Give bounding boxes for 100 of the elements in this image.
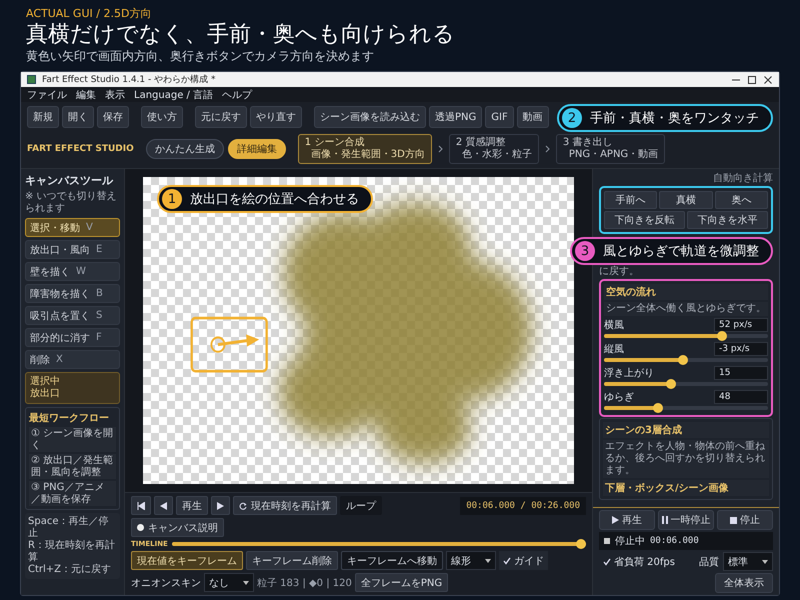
slider-track[interactable] <box>604 358 768 362</box>
toolbar-button[interactable]: シーン画像を読み込む <box>314 106 426 128</box>
slider-label: 横風 <box>604 318 624 332</box>
toolbar-button[interactable]: 元に戻す <box>195 106 247 128</box>
tool-button[interactable]: 部分的に消す F <box>25 328 120 348</box>
slider-thumb[interactable] <box>666 379 676 390</box>
step-back-button[interactable] <box>154 496 173 515</box>
section-description: エフェクトを人物・物体の前へ重ねるか、後ろへ回すかを切り替えられます。 <box>603 440 769 478</box>
check-icon <box>503 556 511 564</box>
workflow-title: 最短ワークフロー <box>29 412 110 426</box>
playback-button[interactable]: 停止 <box>717 510 773 530</box>
toolbar-button[interactable]: 保存 <box>97 106 129 128</box>
menu-item[interactable]: ファイル <box>27 88 67 102</box>
timeline-thumb[interactable] <box>576 539 586 549</box>
caret-icon <box>485 558 491 562</box>
slider-label: 浮き上がり <box>604 366 654 380</box>
time-display: 00:06.000 / 00:26.000 <box>460 496 586 514</box>
delete-keyframe-button[interactable]: キーフレーム削除 <box>246 551 338 570</box>
window-title: Fart Effect Studio 1.4.1 - やわらか構成 * <box>42 74 216 86</box>
loop-toggle[interactable]: ループ <box>340 496 382 515</box>
panel-title: キャンバスツール <box>25 173 114 188</box>
step-tab[interactable]: 1 シーン合成 画像・発生範囲・3D方向 <box>298 134 432 164</box>
slider-thumb[interactable] <box>717 331 728 342</box>
slider-track[interactable] <box>604 382 768 386</box>
tool-button[interactable]: 吸引点を置く S <box>25 306 120 326</box>
playback-button[interactable]: 一時停止 <box>658 510 714 530</box>
toolbar-button[interactable]: 使い方 <box>141 106 183 128</box>
callout-number: 2 <box>562 108 582 128</box>
menu-item[interactable]: ヘルプ <box>222 88 252 102</box>
playback-button[interactable]: 再生 <box>599 510 655 530</box>
eco-checkbox[interactable]: 省負荷 20fps <box>599 552 679 571</box>
callout-number: 1 <box>162 189 182 210</box>
pause-icon <box>662 516 668 524</box>
stop-icon <box>604 538 610 544</box>
toolbar-button[interactable]: やり直す <box>250 106 302 128</box>
toolbar-button[interactable]: 開く <box>62 106 94 128</box>
slide-kicker: ACTUAL GUI / 2.5D方向 <box>26 6 152 21</box>
step-tab[interactable]: 2 質感調整 色・水彩・粒子 <box>448 134 539 164</box>
slider-track[interactable] <box>604 334 768 338</box>
workflow-step: ① シーン画像を開く <box>29 427 116 452</box>
close-icon[interactable] <box>763 74 773 85</box>
skip-back-button[interactable] <box>131 496 151 515</box>
tool-button[interactable]: 削除 X <box>25 350 120 370</box>
value-field[interactable]: 48 <box>714 390 768 404</box>
callout-text: 放出口を絵の位置へ合わせる <box>190 191 359 208</box>
onion-skin-select[interactable]: なし <box>204 573 254 592</box>
play-button[interactable]: 再生 <box>176 496 208 515</box>
callout-number: 3 <box>575 241 595 262</box>
value-field[interactable]: 52 px/s <box>714 318 768 332</box>
toolbar-button[interactable]: 透過PNG <box>429 106 482 128</box>
callout-text: 風とゆらぎで軌道を微調整 <box>603 243 759 260</box>
timeline-track[interactable] <box>172 542 586 546</box>
toolbar-button[interactable]: 動画 <box>516 106 549 128</box>
tool-button[interactable]: 障害物を描く B <box>25 284 120 304</box>
toolbar-button[interactable]: GIF <box>485 106 514 128</box>
menu-item[interactable]: Language / 言語 <box>134 88 214 102</box>
onion-skin-label: オニオンスキン <box>131 576 201 590</box>
canvas-note-button[interactable]: キャンバス説明 <box>131 518 224 537</box>
fit-view-button[interactable]: 全体表示 <box>715 573 773 593</box>
guide-checkbox[interactable]: ガイド <box>499 551 548 570</box>
slider-thumb[interactable] <box>678 355 688 366</box>
slide-title: 真横だけでなく、手前・奥へも向けられる <box>26 22 456 48</box>
section-title: 空気の流れ <box>604 284 768 300</box>
mode-tab[interactable]: かんたん生成 <box>146 139 224 160</box>
add-keyframe-button[interactable]: 現在値をキーフレーム <box>131 551 243 570</box>
easing-select[interactable]: 線形 <box>446 551 496 570</box>
step-tab[interactable]: 3 書き出し PNG・APNG・動画 <box>556 134 666 164</box>
tool-button[interactable]: 壁を描く W <box>25 262 120 282</box>
refresh-icon <box>239 502 247 510</box>
tool-button[interactable]: 放出口・風向 E <box>25 240 120 260</box>
workflow-step: ③ PNG／アニメ／動画を保存 <box>29 481 116 506</box>
section-description: シーン全体へ働く風とゆらぎです。 <box>604 302 768 316</box>
menu-item[interactable]: 表示 <box>105 88 125 102</box>
goto-keyframe-button[interactable]: キーフレームへ移動 <box>341 551 443 570</box>
chevron-icon <box>544 145 550 154</box>
flip-button[interactable]: 下向きを水平 <box>687 211 768 230</box>
tool-button[interactable]: 選択・移動 V <box>25 218 120 238</box>
quality-label: 品質 <box>699 556 719 568</box>
toolbar-button[interactable]: 新規 <box>27 106 59 128</box>
export-frames-button[interactable]: 全フレームをPNG <box>354 573 448 592</box>
panel-note: ※ いつでも切り替えられます <box>25 191 118 216</box>
slider-thumb[interactable] <box>653 403 664 414</box>
value-field[interactable]: -3 px/s <box>714 342 768 356</box>
slide-subtitle: 黄色い矢印で画面内方向、奥行きボタンでカメラ方向を決めます <box>26 48 375 66</box>
value-field[interactable]: 15 <box>714 366 768 380</box>
section-title: シーンの3層合成 <box>603 422 769 438</box>
direction-button[interactable]: 真横 <box>659 191 713 210</box>
direction-button[interactable]: 手前へ <box>604 191 658 210</box>
maximize-icon[interactable] <box>747 74 757 85</box>
quality-select[interactable]: 標準 <box>723 552 773 571</box>
check-icon <box>603 558 611 566</box>
step-forward-button[interactable] <box>211 496 230 515</box>
dot-icon <box>137 524 144 531</box>
caret-icon <box>762 560 768 564</box>
recalculate-button[interactable]: 現在時刻を再計算 <box>233 496 337 515</box>
direction-button[interactable]: 奥へ <box>714 191 768 210</box>
mode-tab[interactable]: 詳細編集 <box>228 139 286 160</box>
slider-track[interactable] <box>604 406 768 410</box>
flip-button[interactable]: 下向きを反転 <box>604 211 685 230</box>
menu-item[interactable]: 編集 <box>76 88 96 102</box>
